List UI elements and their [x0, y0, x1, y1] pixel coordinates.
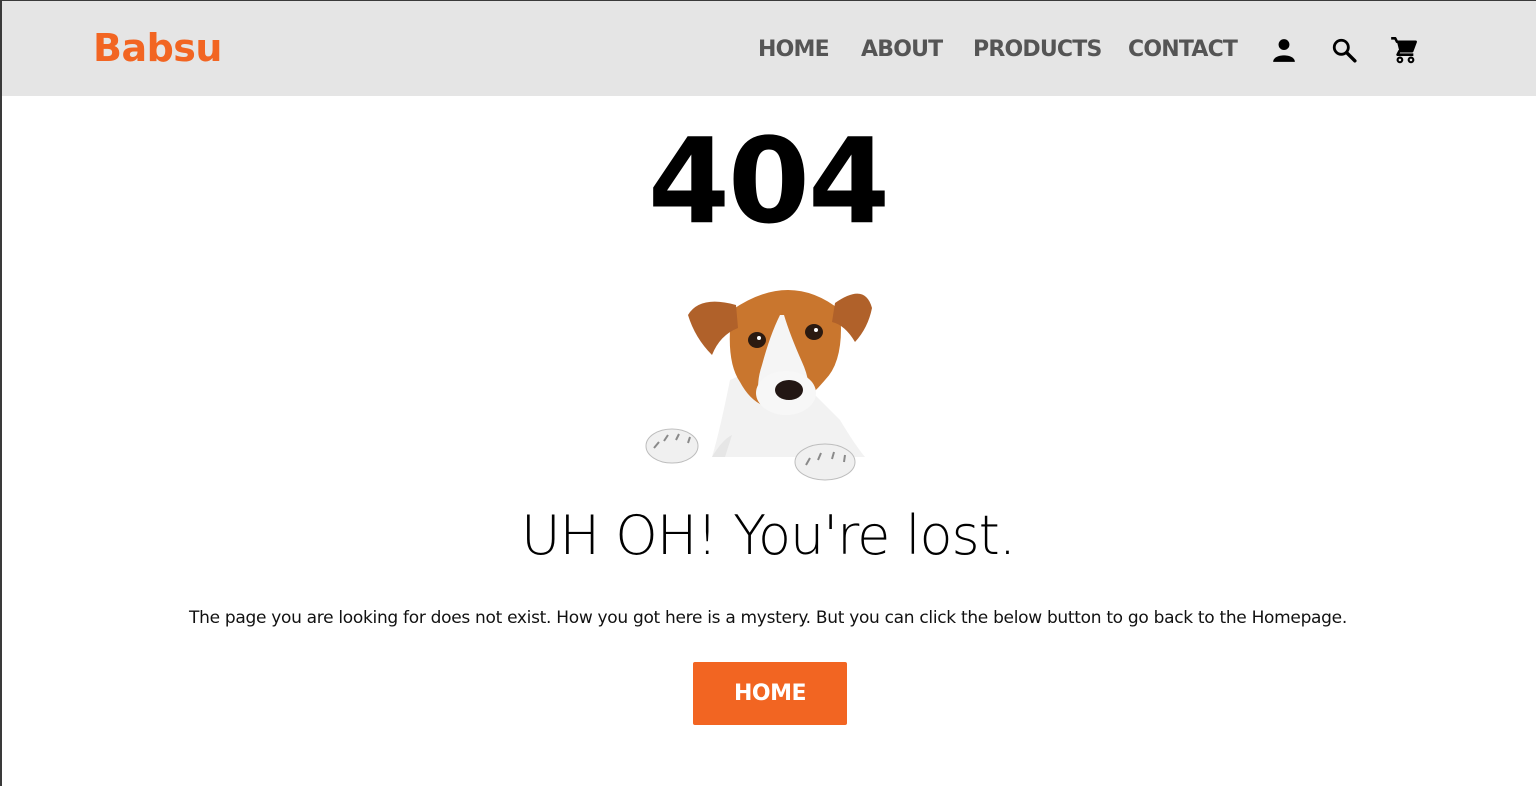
nav-home[interactable]: HOME	[758, 37, 830, 62]
cart-icon[interactable]	[1389, 35, 1419, 65]
navbar: Babsu HOME ABOUT PRODUCTS CONTACT	[2, 1, 1536, 96]
home-button[interactable]: HOME	[693, 662, 847, 725]
dog-illustration	[645, 290, 872, 481]
nav-products[interactable]: PRODUCTS	[973, 37, 1102, 62]
description: The page you are looking for does not ex…	[189, 608, 1347, 628]
nav-about[interactable]: ABOUT	[861, 37, 943, 62]
error-code: 404	[647, 112, 890, 250]
logo[interactable]: Babsu	[93, 26, 222, 70]
user-icon[interactable]	[1269, 35, 1299, 65]
search-icon[interactable]	[1329, 35, 1359, 65]
headline: UH OH! You're lost.	[520, 504, 1016, 567]
nav-contact[interactable]: CONTACT	[1128, 37, 1238, 62]
